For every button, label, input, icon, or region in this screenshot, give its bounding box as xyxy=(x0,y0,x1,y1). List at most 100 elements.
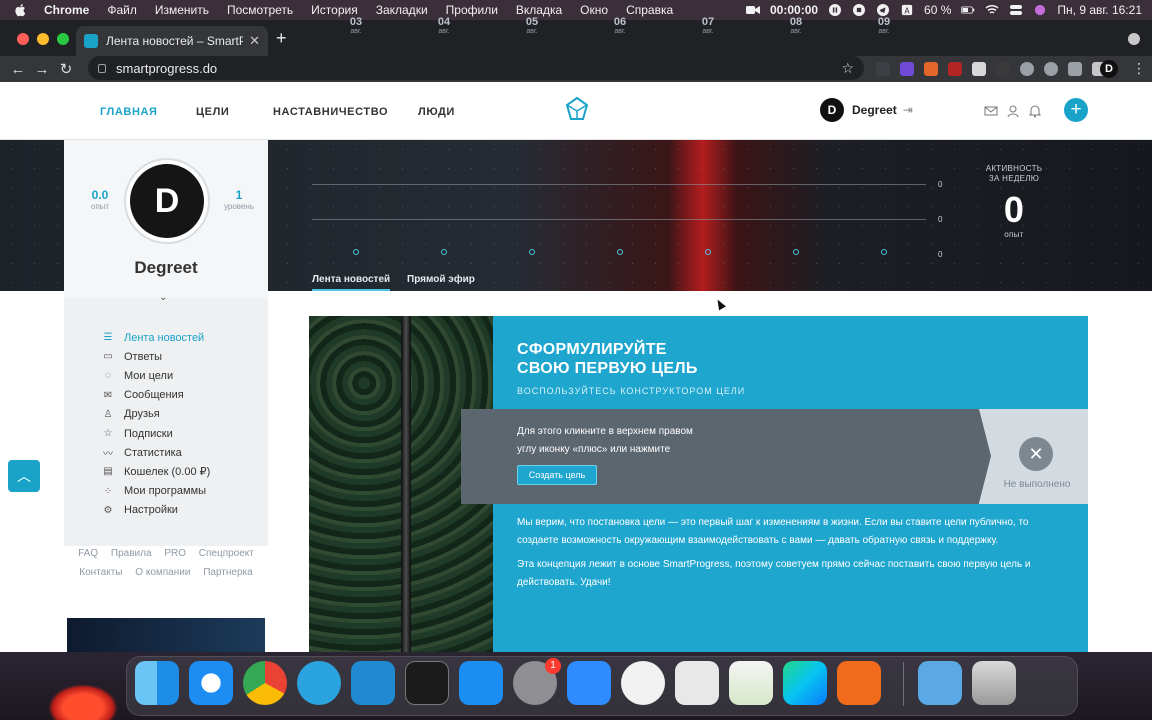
sidebar-item-subscriptions[interactable]: ☆ Подписки xyxy=(102,424,210,443)
profile-name[interactable]: Degreet xyxy=(64,258,268,278)
extension-icon-6[interactable] xyxy=(996,62,1010,76)
browser-tab-active[interactable]: Лента новостей – SmartProgress ✕ xyxy=(76,26,268,56)
screen-recorder-icon[interactable] xyxy=(837,661,881,705)
extension-icon-7[interactable] xyxy=(1020,62,1034,76)
back-arrow-icon[interactable]: ← xyxy=(6,61,30,78)
tab-news-feed[interactable]: Лента новостей xyxy=(312,274,391,291)
extension-icon-1[interactable] xyxy=(876,62,890,76)
menu-profiles[interactable]: Профили xyxy=(446,3,498,17)
sidebar-item-my-goals[interactable]: ◌ Мои цели xyxy=(102,366,210,385)
pause-icon[interactable] xyxy=(828,4,842,16)
nav-goals[interactable]: ЦЕЛИ xyxy=(196,106,229,118)
finder-icon[interactable] xyxy=(135,661,179,705)
minimize-window-button[interactable] xyxy=(37,33,49,45)
trash-icon[interactable] xyxy=(972,661,1016,705)
nav-people[interactable]: ЛЮДИ xyxy=(418,106,455,118)
link-contacts[interactable]: Контакты xyxy=(79,567,122,578)
bell-icon[interactable] xyxy=(1028,104,1042,118)
menu-clock[interactable]: Пн, 9 авг. 16:21 xyxy=(1057,3,1142,17)
chart-point[interactable] xyxy=(617,249,623,255)
sidebar-item-statistics[interactable]: 〰 Статистика xyxy=(102,443,210,462)
user-menu[interactable]: D Degreet ⇥ xyxy=(820,98,913,122)
menu-window[interactable]: Окно xyxy=(580,3,608,17)
vscode-icon[interactable] xyxy=(351,661,395,705)
chart-point[interactable] xyxy=(441,249,447,255)
friends-icon[interactable] xyxy=(1006,104,1020,118)
sidebar-item-news-feed[interactable]: ☰ Лента новостей xyxy=(102,328,210,347)
promo-banner-image[interactable] xyxy=(67,618,265,652)
link-faq[interactable]: FAQ xyxy=(78,548,98,559)
lock-icon[interactable] xyxy=(98,63,106,73)
control-center-icon[interactable] xyxy=(1009,4,1023,16)
terminal-icon[interactable] xyxy=(405,661,449,705)
extension-icon-3[interactable] xyxy=(924,62,938,76)
chrome-icon[interactable] xyxy=(243,661,287,705)
extension-icon-2[interactable] xyxy=(900,62,914,76)
user-name[interactable]: Degreet xyxy=(852,103,897,117)
safari-icon[interactable] xyxy=(189,661,233,705)
close-tab-icon[interactable]: ✕ xyxy=(249,33,260,49)
profile-avatar[interactable]: D xyxy=(1100,60,1118,78)
create-goal-button[interactable]: Создать цель xyxy=(517,465,597,485)
menu-app-name[interactable]: Chrome xyxy=(44,3,89,17)
downloads-folder-icon[interactable] xyxy=(918,661,962,705)
mongodb-compass-icon[interactable] xyxy=(621,661,665,705)
sidebar-item-friends[interactable]: ♙ Друзья xyxy=(102,405,210,424)
chevron-down-icon[interactable]: ⌄ xyxy=(159,292,167,303)
webstorm-icon[interactable] xyxy=(783,661,827,705)
close-window-button[interactable] xyxy=(17,33,29,45)
zoom-window-button[interactable] xyxy=(57,33,69,45)
link-about[interactable]: О компании xyxy=(135,567,190,578)
bookmark-star-icon[interactable]: ☆ xyxy=(841,60,854,77)
link-partner[interactable]: Партнерка xyxy=(203,567,252,578)
scroll-to-top-button[interactable]: ︿ xyxy=(8,460,40,492)
link-rules[interactable]: Правила xyxy=(111,548,152,559)
nav-mentoring[interactable]: НАСТАВНИЧЕСТВО xyxy=(273,106,388,118)
profile-avatar-ring[interactable]: D xyxy=(124,158,210,244)
battery-icon[interactable] xyxy=(961,4,975,16)
ublock-icon[interactable] xyxy=(948,62,962,76)
smartprogress-logo-icon[interactable] xyxy=(564,96,590,124)
extension-icon-9[interactable] xyxy=(1068,62,1082,76)
menu-file[interactable]: Файл xyxy=(107,3,137,17)
screenshot-icon[interactable] xyxy=(675,661,719,705)
chart-point[interactable] xyxy=(529,249,535,255)
chart-point[interactable] xyxy=(705,249,711,255)
logout-icon[interactable]: ⇥ xyxy=(903,103,913,117)
menu-bookmarks[interactable]: Закладки xyxy=(376,3,428,17)
numbers-icon[interactable] xyxy=(729,661,773,705)
telegram-icon[interactable] xyxy=(297,661,341,705)
nav-home[interactable]: ГЛАВНАЯ xyxy=(100,106,158,118)
pocket-icon[interactable] xyxy=(972,62,986,76)
new-tab-button[interactable]: + xyxy=(276,28,287,49)
tab-live[interactable]: Прямой эфир xyxy=(407,274,475,289)
sidebar-item-messages[interactable]: ✉ Сообщения xyxy=(102,386,210,405)
sidebar-item-answers[interactable]: ▭ Ответы xyxy=(102,347,210,366)
menu-help[interactable]: Справка xyxy=(626,3,673,17)
menu-edit[interactable]: Изменить xyxy=(155,3,209,17)
app-store-icon[interactable] xyxy=(459,661,503,705)
telegram-tray-icon[interactable] xyxy=(876,4,890,16)
keyboard-layout-icon[interactable]: A xyxy=(900,4,914,16)
apple-icon[interactable] xyxy=(14,3,28,17)
chart-point[interactable] xyxy=(881,249,887,255)
link-special-project[interactable]: Спецпроект xyxy=(199,548,254,559)
extension-icon-8[interactable] xyxy=(1044,62,1058,76)
tab-search-button[interactable] xyxy=(1128,33,1140,45)
sidebar-item-my-programs[interactable]: ⁘ Мои программы xyxy=(102,482,210,501)
browser-menu-icon[interactable]: ⋮ xyxy=(1132,60,1146,77)
wifi-icon[interactable] xyxy=(985,4,999,16)
reload-icon[interactable]: ↻ xyxy=(54,60,78,78)
sidebar-item-settings[interactable]: ⚙ Настройки xyxy=(102,501,210,520)
address-bar[interactable]: smartprogress.do ☆ xyxy=(88,56,864,80)
forward-arrow-icon[interactable]: → xyxy=(30,61,54,78)
chart-point[interactable] xyxy=(793,249,799,255)
mail-icon[interactable] xyxy=(984,104,998,118)
menu-history[interactable]: История xyxy=(311,3,358,17)
menu-view[interactable]: Посмотреть xyxy=(227,3,293,17)
zoom-icon[interactable] xyxy=(567,661,611,705)
add-goal-button[interactable]: + xyxy=(1064,98,1088,122)
siri-icon[interactable] xyxy=(1033,4,1047,16)
camera-record-icon[interactable] xyxy=(746,4,760,16)
menu-tab[interactable]: Вкладка xyxy=(516,3,562,17)
